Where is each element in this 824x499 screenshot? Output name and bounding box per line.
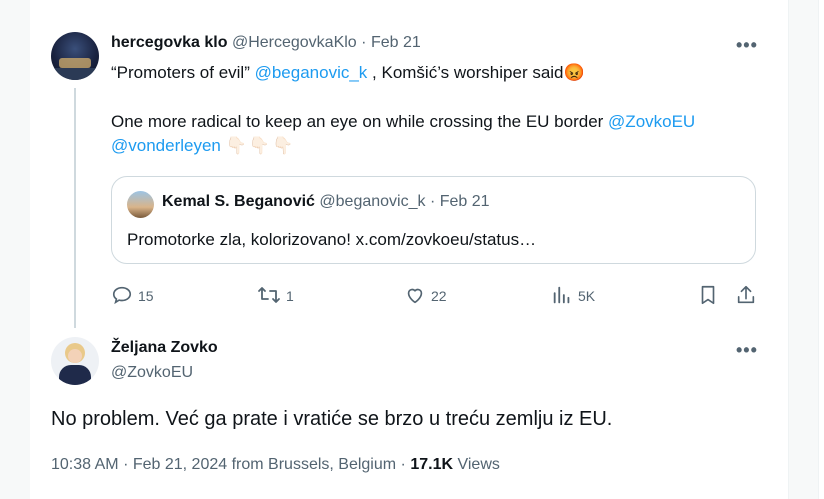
- tweet-text-part: , Komšić’s worshiper said: [367, 63, 564, 82]
- mention-link[interactable]: @ZovkoEU: [608, 112, 695, 131]
- reply-count: 15: [138, 288, 154, 304]
- views-icon[interactable]: [551, 284, 573, 306]
- avatar[interactable]: [51, 337, 99, 385]
- tweet-text-part: “Promoters of evil”: [111, 63, 255, 82]
- view-count: 5K: [578, 288, 596, 304]
- angry-face-emoji: 😡: [563, 63, 585, 82]
- reply-date[interactable]: Feb 21, 2024: [133, 456, 227, 473]
- reply-views-label: Views: [457, 456, 500, 473]
- tweet-text: “Promoters of evil” @beganovic_k , Komši…: [111, 61, 771, 85]
- quoted-author-name[interactable]: Kemal S. Beganović: [162, 193, 315, 210]
- tweet-text-paragraph: One more radical to keep an eye on while…: [111, 110, 771, 158]
- more-options-icon[interactable]: •••: [736, 35, 758, 56]
- heart-icon[interactable]: [404, 284, 426, 306]
- quoted-author-handle[interactable]: @beganovic_k: [319, 193, 425, 210]
- like-count: 22: [431, 288, 447, 304]
- avatar[interactable]: [51, 32, 99, 80]
- author-name[interactable]: hercegovka klo: [111, 34, 228, 51]
- thread-connector-line: [74, 88, 76, 328]
- quoted-tweet-date[interactable]: Feb 21: [440, 193, 490, 210]
- avatar[interactable]: [127, 191, 154, 218]
- reply-view-count: 17.1K: [410, 456, 454, 473]
- tweet-header: hercegovka klo @HercegovkaKlo · Feb 21: [111, 34, 421, 52]
- more-options-icon[interactable]: •••: [736, 340, 758, 361]
- reply-time[interactable]: 10:38 AM: [51, 456, 119, 473]
- mention-link[interactable]: @beganovic_k: [255, 63, 368, 82]
- share-icon[interactable]: [735, 283, 757, 307]
- separator-dot: ·: [123, 456, 129, 473]
- reply-text: No problem. Već ga prate i vratiće se br…: [51, 408, 613, 430]
- reply-author-name[interactable]: Željana Zovko: [111, 339, 218, 357]
- reply-icon[interactable]: [111, 284, 133, 306]
- quoted-tweet-text: Promotorke zla, kolorizovano! x.com/zovk…: [127, 230, 537, 249]
- pointing-down-emoji: 👇🏻👇🏻👇🏻: [225, 136, 296, 155]
- separator-dot: ·: [400, 456, 406, 473]
- retweet-icon[interactable]: [257, 284, 281, 306]
- bookmark-icon[interactable]: [697, 283, 719, 307]
- tweet-date[interactable]: Feb 21: [371, 34, 421, 51]
- quoted-tweet-header: Kemal S. Beganović @beganovic_k · Feb 21: [162, 193, 490, 211]
- separator-dot: ·: [429, 193, 436, 210]
- tweet-text-part: One more radical to keep an eye on while…: [111, 112, 609, 131]
- reply-location: from Brussels, Belgium: [231, 456, 397, 473]
- retweet-count: 1: [286, 288, 294, 304]
- right-sidebar-edge: [818, 0, 824, 499]
- author-handle[interactable]: @HercegovkaKlo: [232, 34, 357, 51]
- separator-dot: ·: [361, 34, 367, 51]
- reply-meta: 10:38 AM · Feb 21, 2024 from Brussels, B…: [51, 456, 500, 474]
- reply-author-handle[interactable]: @ZovkoEU: [111, 364, 193, 382]
- mention-link[interactable]: @vonderleyen: [111, 136, 221, 155]
